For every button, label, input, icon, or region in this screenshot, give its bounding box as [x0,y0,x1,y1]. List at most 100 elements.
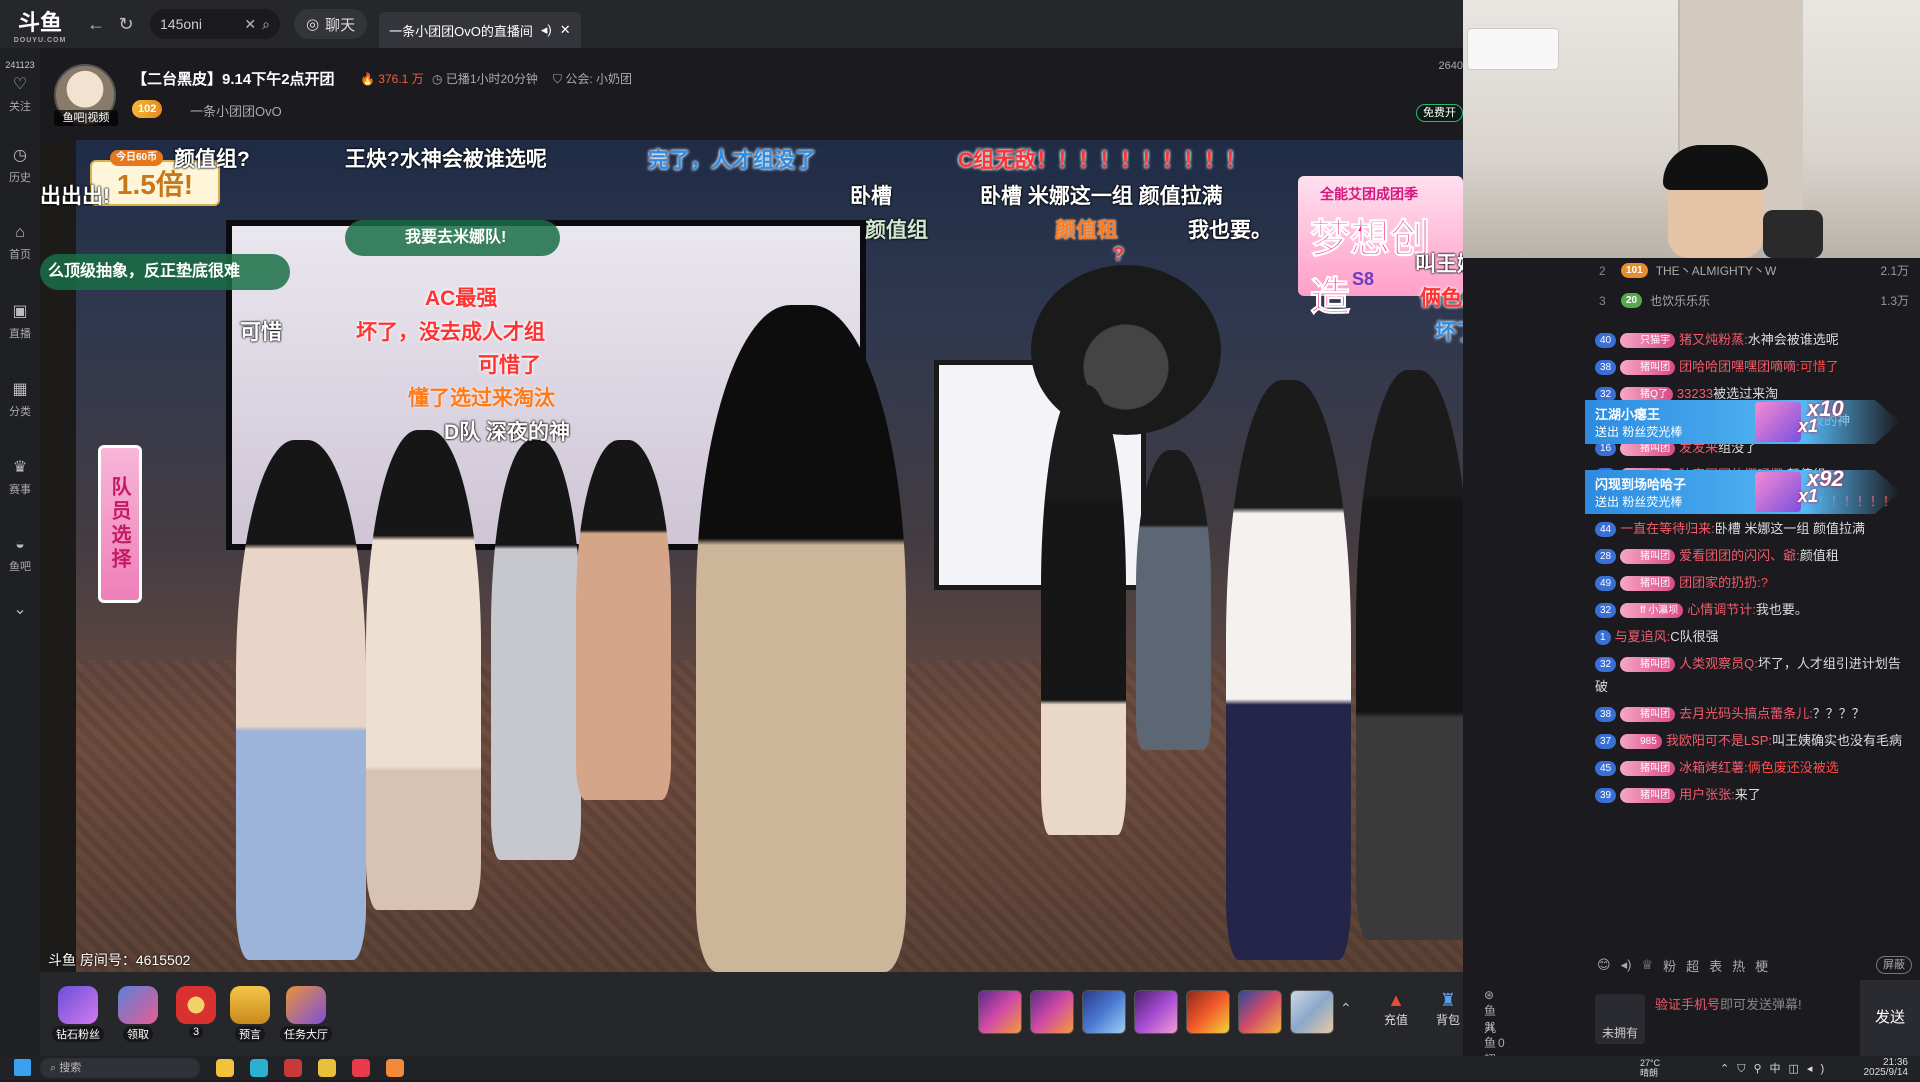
douyu-logo[interactable]: 斗鱼 DOUYU.COM [0,0,80,48]
chat-message[interactable]: 32 ff 小瀛坝 心情调节计:我也要。 [1595,598,1910,621]
gift-item[interactable] [1082,990,1126,1034]
send-button[interactable]: 发送 [1860,980,1920,1056]
chat-message[interactable]: 38 猪叫团 团哈哈团嘿嘿团嘀嘀:可惜了 [1595,355,1910,378]
crown-icon[interactable]: ♕ [1641,957,1653,973]
chat-username[interactable]: 人类观察员Q: [1679,656,1758,671]
sidebar-item-follow[interactable]: 241123 ♡ 关注 [0,48,40,126]
chat-message[interactable]: 1 与夏追风:C队很强 [1595,625,1910,648]
chat-tool-hot[interactable]: 热 [1732,956,1745,975]
chat-input[interactable]: 验证手机号即可发送弹幕! [1655,994,1802,1013]
sidebar-item-category[interactable]: ▦ 分类 [0,360,40,438]
search-icon[interactable]: ⌕ [262,16,270,33]
team-select-panel[interactable]: 队员选择 [98,445,142,603]
search-input[interactable]: 145oni ✕ ⌕ [150,9,280,39]
speaker-icon[interactable]: ◂) [1621,957,1632,973]
fan-badge[interactable]: 猪叫团 [1620,549,1676,565]
back-button[interactable]: ← [82,10,110,38]
fan-badge[interactable]: 猪叫团 [1620,761,1676,777]
speaker-icon[interactable]: ◂) [541,22,552,38]
fan-badge[interactable]: 985 [1620,734,1662,750]
free-open-button[interactable]: 免费开 [1416,104,1463,122]
chat-username[interactable]: 心情调节计: [1687,602,1756,617]
chat-tool-fan[interactable]: 粉 [1663,956,1676,975]
close-tab-icon[interactable]: ✕ [560,22,571,38]
chat-message[interactable]: 49 猪叫团 团团家的扔扔:? [1595,571,1910,594]
gift-item[interactable] [978,990,1022,1034]
chat-username[interactable]: 冰箱烤红薯: [1679,760,1748,775]
chat-message[interactable]: 37 985 我欧阳可不是LSP:叫王姨确实也没有毛病 [1595,729,1910,752]
chat-message[interactable]: 38 猪叫团 去月光码头搞点蕾条儿:？？？？ [1595,702,1910,725]
app-icon[interactable] [352,1059,370,1077]
sidebar-item-events[interactable]: ♛ 赛事 [0,438,40,516]
chat-button[interactable]: ◎ 聊天 [294,9,368,39]
taskbar-search[interactable]: ⌕ 搜索 [40,1058,200,1078]
fan-badge[interactable]: ff 小瀛坝 [1620,603,1684,619]
fan-badge-unowned[interactable]: 未拥有 [1595,994,1645,1044]
system-tray-icons[interactable]: ⌃⛉⚲中◫◂) [1720,1060,1832,1076]
fan-badge[interactable]: 猪叫团 [1620,657,1676,673]
gift-item[interactable] [1238,990,1282,1034]
red-packet-button[interactable]: 3 [168,986,224,1042]
sidebar-item-history[interactable]: ◷ 历史 [0,126,40,204]
tab-live-room[interactable]: 一条小团团OvO的直播间 ◂) ✕ [379,12,581,48]
windows-start-icon[interactable] [14,1059,31,1076]
task-hall-button[interactable]: 任务大厅 [278,986,334,1042]
block-button[interactable]: 屏蔽 [1876,956,1912,974]
chat-username[interactable]: 爱看团团的闪闪、爺: [1679,548,1800,563]
chat-username[interactable]: 我欧阳可不是LSP: [1666,733,1772,748]
chrome-icon[interactable] [318,1059,336,1077]
chat-username[interactable]: 去月光码头搞点蕾条儿: [1679,706,1813,721]
avatar-label[interactable]: 鱼吧|视频 [54,110,118,126]
chat-tool-super[interactable]: 超 [1686,956,1699,975]
gift-item[interactable] [1186,990,1230,1034]
chat-username[interactable]: 一直在等待归来: [1620,521,1715,536]
chat-username[interactable]: 与夏追风: [1615,629,1671,644]
rank-row[interactable]: 3 20 也饮乐乐乐 1.3万 [1599,292,1909,309]
fan-badge[interactable]: 猪Q了 [1620,387,1673,403]
fan-badge[interactable]: 只猫宇 [1620,333,1676,349]
sidebar-expand-button[interactable]: ⌄ [0,594,40,624]
prophecy-button[interactable]: 预言 [222,986,278,1042]
douyu-app-icon[interactable] [386,1059,404,1077]
fan-badge[interactable]: 猪叫团 [1620,707,1676,723]
file-explorer-icon[interactable] [216,1059,234,1077]
chat-username[interactable]: 团哈哈团嘿嘿团嘀嘀: [1679,359,1800,374]
chat-message[interactable]: 28 猪叫团 爱看团团的闪闪、爺:颜值租 [1595,544,1910,567]
chat-message[interactable]: 45 猪叫团 冰箱烤红薯:俩色废还没被选 [1595,756,1910,779]
app-icon[interactable] [284,1059,302,1077]
fan-badge[interactable]: 猪叫团 [1620,576,1676,592]
fan-level-badge[interactable]: 102 [132,100,163,118]
chat-message[interactable]: 44 一直在等待归来:卧槽 米娜这一组 颜值拉满 [1595,517,1910,540]
edge-browser-icon[interactable] [250,1059,268,1077]
gift-item[interactable] [1134,990,1178,1034]
refresh-button[interactable]: ↻ [112,10,140,38]
weather-widget[interactable]: 27°C 晴朗 [1640,1058,1660,1078]
sidebar-item-home[interactable]: ⌂ 首页 [0,204,40,282]
guild-label[interactable]: ⛉ 公会: 小奶团 [553,70,632,87]
chat-tool-expression[interactable]: 表 [1709,956,1722,975]
chat-username[interactable]: 团团家的扔扔: [1679,575,1761,590]
backpack-button[interactable]: ♜ 背包 [1424,990,1472,1028]
diamond-fan-button[interactable]: 钻石粉丝 [50,986,106,1042]
clock[interactable]: 21:36 2025/9/14 [1864,1058,1909,1078]
gift-more-chevron-icon[interactable]: ⌃ [1340,1000,1352,1017]
recharge-button[interactable]: ▲ 充值 [1372,990,1420,1028]
event-banner[interactable]: 全能艾团成团季 梦想创造 S8 [1298,176,1463,320]
video-player[interactable]: 今日60币 1.5倍! 全能艾团成团季 梦想创造 S8 队员选择 颜值组? 王炔… [40,140,1463,972]
chat-tool-meme[interactable]: 梗 [1755,956,1768,975]
rank-row[interactable]: 2 101 THE丶ALMIGHTY丶W 2.1万 [1599,262,1909,279]
sidebar-item-live[interactable]: ▣ 直播 [0,282,40,360]
chat-username[interactable]: 猪又炖粉蒸: [1679,332,1748,347]
gift-item[interactable] [1290,990,1334,1034]
fan-badge[interactable]: 猪叫团 [1620,360,1676,376]
chat-username[interactable]: 用户张张: [1679,787,1735,802]
fan-badge[interactable]: 猪叫团 [1620,788,1676,804]
chat-message[interactable]: 39 猪叫团 用户张张:来了 [1595,783,1910,806]
chat-message[interactable]: 32 猪叫团 人类观察员Q:坏了，人才组引进计划告破 [1595,652,1910,698]
anchor-name[interactable]: 一条小团团OvO [190,101,282,120]
chat-username[interactable]: 33233 [1677,386,1713,401]
claim-button[interactable]: 领取 [110,986,166,1042]
emoji-icon[interactable]: 😊 [1597,957,1611,973]
clear-icon[interactable]: ✕ [244,16,256,33]
gift-item[interactable] [1030,990,1074,1034]
